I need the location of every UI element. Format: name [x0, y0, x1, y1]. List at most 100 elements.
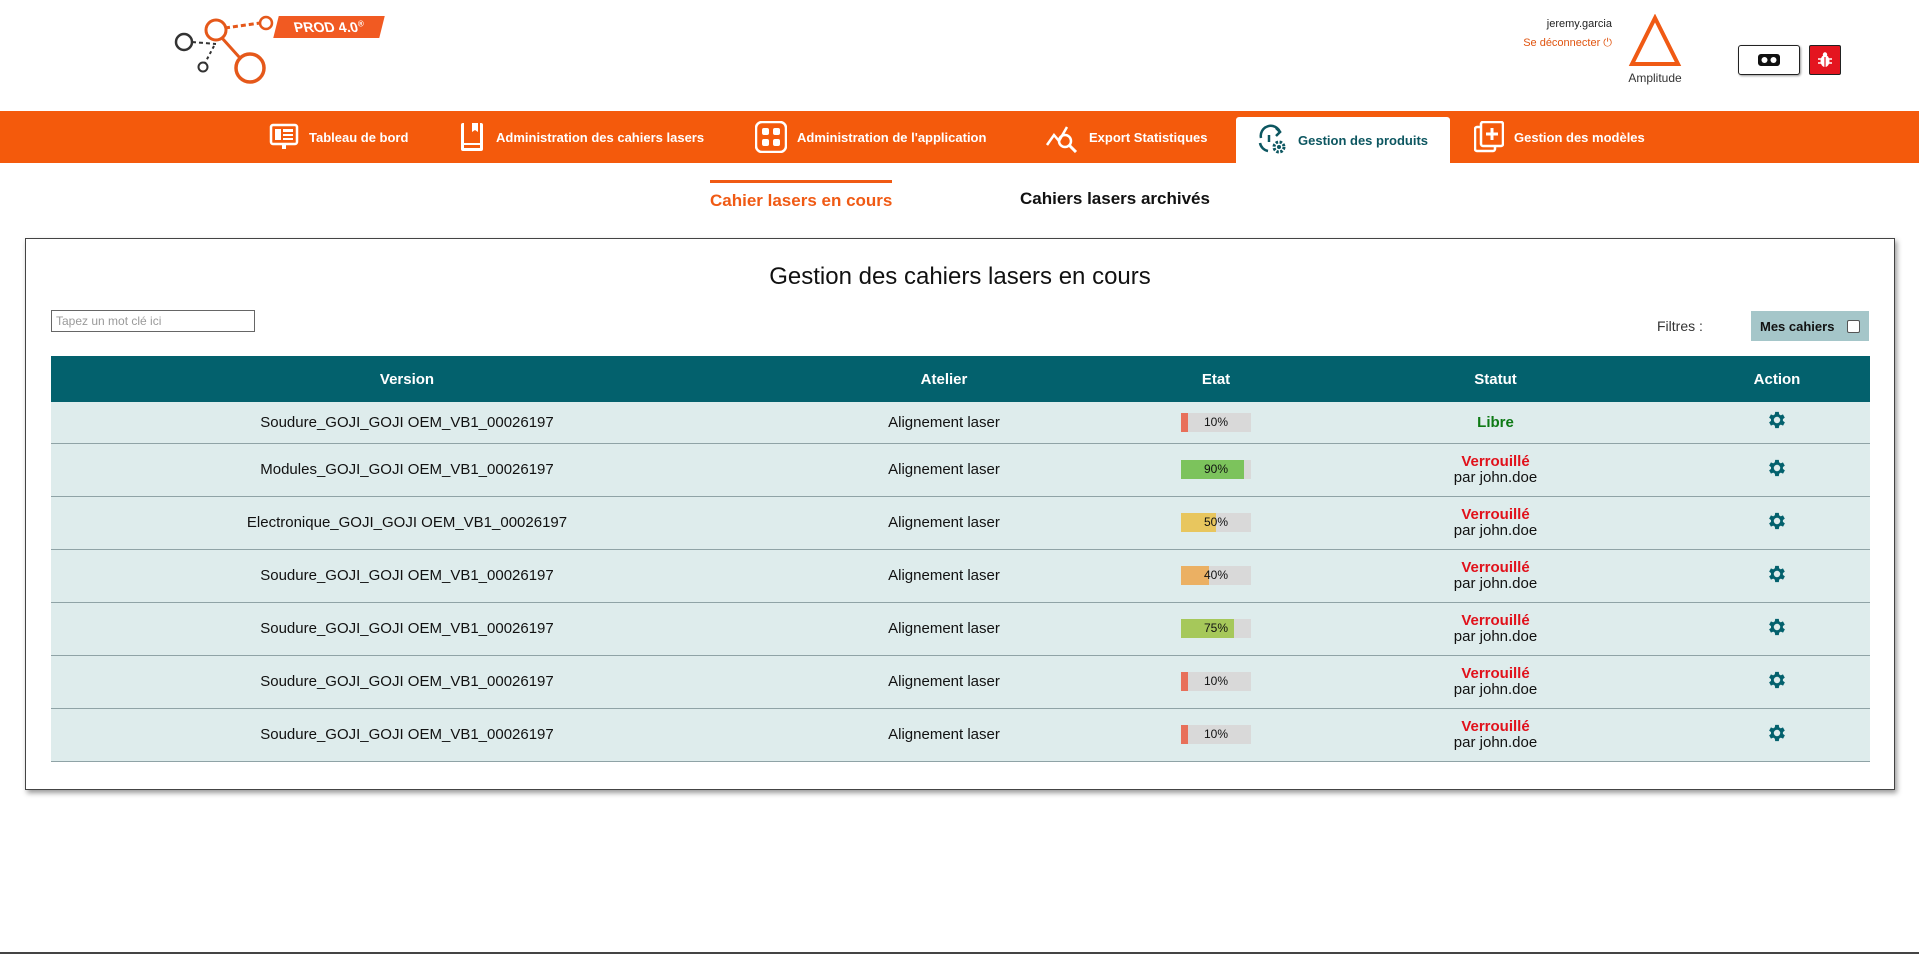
table-row[interactable]: Soudure_GOJI_GOJI OEM_VB1_00026197 Align…	[51, 708, 1870, 761]
nav-admin-application[interactable]: Administration de l'application	[755, 111, 986, 163]
tab-cahiers-en-cours[interactable]: Cahier lasers en cours	[710, 180, 893, 211]
action-cell	[1684, 602, 1870, 655]
statut-cell: Verrouillé par john.doe	[1307, 655, 1684, 708]
locked-by-text: par john.doe	[1453, 574, 1538, 592]
nav-label: Gestion des modèles	[1514, 129, 1645, 145]
etat-cell: 10%	[1125, 708, 1307, 761]
version-cell: Soudure_GOJI_GOJI OEM_VB1_00026197	[260, 413, 554, 431]
nav-tableau-de-bord[interactable]: Tableau de bord	[269, 111, 408, 163]
status-text: Verrouillé	[1461, 611, 1530, 629]
cahiers-panel: Gestion des cahiers lasers en cours Filt…	[25, 238, 1895, 790]
etat-cell: 10%	[1125, 402, 1307, 443]
table-row[interactable]: Electronique_GOJI_GOJI OEM_VB1_00026197 …	[51, 496, 1870, 549]
action-cell	[1684, 708, 1870, 761]
etat-cell: 10%	[1125, 655, 1307, 708]
table-body: Soudure_GOJI_GOJI OEM_VB1_00026197 Align…	[51, 402, 1870, 761]
progress-label: 10%	[1203, 727, 1229, 741]
status-text: Verrouillé	[1461, 452, 1530, 470]
tab-cahiers-archives[interactable]: Cahiers lasers archivés	[1020, 189, 1210, 209]
product-settings-icon	[1258, 124, 1286, 154]
statut-cell: Verrouillé par john.doe	[1307, 549, 1684, 602]
column-header-statut[interactable]: Statut	[1307, 356, 1684, 402]
username: jeremy.garcia	[1546, 18, 1612, 30]
statut-cell: Verrouillé par john.doe	[1307, 602, 1684, 655]
gear-icon[interactable]	[1766, 563, 1788, 585]
gear-icon[interactable]	[1766, 457, 1788, 479]
app-header: PROD 4.0® jeremy.garcia Se déconnecter ⏻…	[0, 0, 1919, 110]
version-cell: Soudure_GOJI_GOJI OEM_VB1_00026197	[260, 567, 554, 584]
nav-export-statistiques[interactable]: Export Statistiques	[1045, 111, 1207, 163]
status-text: Libre	[1477, 413, 1514, 431]
mes-cahiers-checkbox[interactable]	[1847, 319, 1861, 333]
gear-icon[interactable]	[1766, 669, 1788, 691]
prod-badge-text: PROD 4.0	[292, 19, 360, 35]
gear-icon[interactable]	[1766, 409, 1788, 431]
vr-headset-icon	[1758, 54, 1780, 66]
progress-label: 75%	[1203, 621, 1229, 635]
nav-label: Export Statistiques	[1089, 129, 1208, 145]
amplitude-logo: Amplitude	[1624, 13, 1686, 85]
etat-cell: 75%	[1125, 602, 1307, 655]
mes-cahiers-filter[interactable]: Mes cahiers	[1751, 311, 1869, 341]
table-row[interactable]: Soudure_GOJI_GOJI OEM_VB1_00026197 Align…	[51, 549, 1870, 602]
table-row[interactable]: Soudure_GOJI_GOJI OEM_VB1_00026197 Align…	[51, 655, 1870, 708]
brand-name: Amplitude	[1628, 71, 1682, 85]
action-cell	[1684, 549, 1870, 602]
statut-cell: Verrouillé par john.doe	[1307, 496, 1684, 549]
statut-cell: Verrouillé par john.doe	[1307, 443, 1684, 496]
column-header-atelier[interactable]: Atelier	[763, 356, 1125, 402]
gear-icon[interactable]	[1766, 722, 1788, 744]
progress-fill	[1181, 672, 1188, 691]
progress-label: 40%	[1203, 568, 1229, 582]
column-header-version[interactable]: Version	[51, 356, 763, 402]
gear-icon[interactable]	[1766, 616, 1788, 638]
version-cell: Modules_GOJI_GOJI OEM_VB1_00026197	[260, 461, 554, 478]
progress-fill	[1181, 412, 1188, 432]
action-cell	[1684, 443, 1870, 496]
version-cell: Soudure_GOJI_GOJI OEM_VB1_00026197	[260, 620, 554, 637]
bug-icon	[1818, 52, 1832, 67]
locked-by-text: par john.doe	[1453, 680, 1538, 698]
version-cell: Electronique_GOJI_GOJI OEM_VB1_00026197	[246, 514, 568, 531]
table-header-row: Version Atelier Etat Statut Action	[51, 356, 1870, 402]
table-row[interactable]: Soudure_GOJI_GOJI OEM_VB1_00026197 Align…	[51, 402, 1870, 443]
table-row[interactable]: Modules_GOJI_GOJI OEM_VB1_00026197 Align…	[51, 443, 1870, 496]
nav-admin-cahiers[interactable]: Administration des cahiers lasers	[458, 111, 704, 163]
gear-icon[interactable]	[1766, 510, 1788, 532]
nav-gestion-modeles[interactable]: Gestion des modèles	[1474, 111, 1645, 163]
column-header-etat[interactable]: Etat	[1125, 356, 1307, 402]
add-document-icon	[1474, 121, 1504, 153]
main-nav: Tableau de bord Administration des cahie…	[0, 111, 1919, 163]
progress-bar: 10%	[1181, 725, 1251, 744]
nav-label: Administration des cahiers lasers	[496, 129, 705, 145]
version-cell: Soudure_GOJI_GOJI OEM_VB1_00026197	[260, 726, 554, 743]
chart-search-icon	[1045, 126, 1078, 153]
progress-bar: 10%	[1181, 672, 1251, 691]
progress-fill	[1181, 725, 1188, 744]
dashboard-icon	[269, 123, 299, 149]
book-icon	[461, 123, 483, 151]
column-header-action: Action	[1753, 370, 1801, 388]
etat-cell: 50%	[1125, 496, 1307, 549]
locked-by-text: par john.doe	[1453, 733, 1538, 751]
locked-by-text: par john.doe	[1453, 627, 1538, 645]
status-text: Verrouillé	[1461, 505, 1530, 523]
search-input[interactable]	[51, 310, 255, 332]
atelier-cell: Alignement laser	[888, 673, 1000, 690]
logout-link[interactable]: Se déconnecter ⏻	[1523, 37, 1612, 50]
version-cell: Soudure_GOJI_GOJI OEM_VB1_00026197	[260, 673, 554, 690]
grid-icon	[755, 121, 787, 153]
statut-cell: Libre	[1307, 402, 1684, 443]
bug-report-button[interactable]	[1809, 45, 1841, 75]
progress-bar: 50%	[1181, 513, 1251, 532]
nav-gestion-produits[interactable]: Gestion des produits	[1236, 117, 1451, 163]
filters-label: Filtres :	[1657, 318, 1703, 334]
action-cell	[1684, 496, 1870, 549]
status-text: Verrouillé	[1461, 717, 1530, 735]
table-row[interactable]: Soudure_GOJI_GOJI OEM_VB1_00026197 Align…	[51, 602, 1870, 655]
progress-label: 50%	[1203, 515, 1229, 529]
vr-headset-button[interactable]	[1738, 45, 1800, 75]
locked-by-text: par john.doe	[1453, 521, 1538, 539]
status-text: Verrouillé	[1461, 558, 1530, 576]
locked-by-text: par john.doe	[1453, 468, 1538, 486]
